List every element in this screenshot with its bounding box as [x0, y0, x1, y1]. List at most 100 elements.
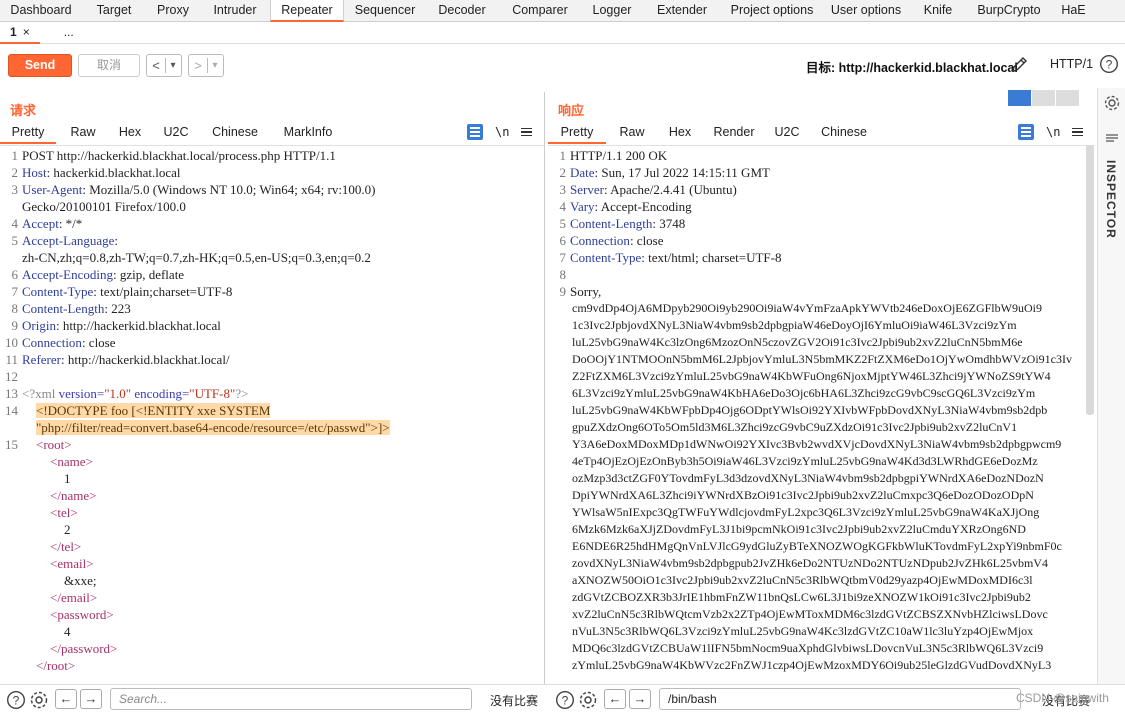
xml-tag: </name>: [50, 488, 97, 503]
forward-dropdown[interactable]: ▾: [208, 60, 222, 71]
tab-extender[interactable]: Extender: [642, 0, 722, 22]
response-line: 8: [548, 266, 570, 283]
help-icon[interactable]: ?: [6, 690, 26, 710]
wrap-icon[interactable]: [1018, 124, 1034, 140]
search-next-button[interactable]: →: [629, 689, 651, 709]
tab-target[interactable]: Target: [82, 0, 146, 22]
response-tab-render[interactable]: Render: [702, 122, 766, 144]
tab-project-options[interactable]: Project options: [722, 0, 822, 22]
tab-dashboard[interactable]: Dashboard: [0, 0, 82, 22]
xml-attr: encoding=: [131, 386, 190, 401]
tab-sequencer[interactable]: Sequencer: [344, 0, 426, 22]
help-icon[interactable]: ?: [555, 690, 575, 710]
xml-tag: <password>: [50, 607, 114, 622]
response-scrollbar[interactable]: [1086, 145, 1094, 415]
line-number: 4: [11, 216, 19, 231]
line-text: : Sun, 17 Jul 2022 14:15:11 GMT: [594, 165, 770, 180]
request-tab-pretty[interactable]: Pretty: [0, 122, 56, 144]
header-name: Connection: [570, 233, 630, 248]
request-line: 12: [0, 368, 22, 385]
cancel-button[interactable]: 取消: [78, 54, 140, 77]
menu-icon[interactable]: [1072, 127, 1084, 137]
newline-toggle[interactable]: \n: [1046, 125, 1060, 139]
request-tools: \n: [467, 122, 533, 142]
xml-tag: <email>: [50, 556, 94, 571]
request-tab-chinese[interactable]: Chinese: [202, 122, 268, 144]
tab-intruder[interactable]: Intruder: [200, 0, 270, 22]
line-number: 12: [5, 369, 18, 384]
line-number: 9: [559, 284, 567, 299]
history-forward-group: > ▾: [188, 54, 224, 77]
back-button[interactable]: <: [147, 58, 165, 73]
xml-line: </password>: [0, 640, 117, 657]
line-number: 15: [5, 437, 18, 452]
newline-toggle[interactable]: \n: [495, 125, 509, 139]
tab-proxy[interactable]: Proxy: [146, 0, 200, 22]
line-text: : Mozilla/5.0 (Windows NT 10.0; Win64; x…: [82, 182, 376, 197]
response-search-input[interactable]: /bin/bash: [659, 688, 1021, 710]
svg-text:?: ?: [13, 694, 20, 708]
doctype-system-id: "php://filter/read=convert.base64-encode…: [36, 420, 390, 435]
search-prev-button[interactable]: ←: [55, 689, 77, 709]
bottom-bar: ? ← → Search... 没有比赛 ? ← → /bin/bash 没有比…: [0, 684, 1125, 714]
tab-knife[interactable]: Knife: [910, 0, 966, 22]
tab-comparer[interactable]: Comparer: [498, 0, 582, 22]
inspector-sidebar[interactable]: INSPECTOR: [1097, 88, 1125, 684]
settings-icon[interactable]: [578, 690, 598, 710]
repeater-tab-1[interactable]: 1 ×: [0, 22, 40, 44]
xml-close: ?>: [235, 386, 249, 401]
layout-tabbed-button[interactable]: [1056, 90, 1080, 106]
line-text: : Accept-Encoding: [594, 199, 692, 214]
request-editor[interactable]: 1 POST http://hackerkid.blackhat.local/pr…: [0, 145, 544, 675]
list-icon[interactable]: [1105, 132, 1119, 144]
response-editor[interactable]: 1 HTTP/1.1 200 OK 2 Date: Sun, 17 Jul 2022 …: [548, 145, 1095, 675]
request-tab-u2c[interactable]: U2C: [150, 122, 202, 144]
response-body-line: 1c3Ivc2JpbjovdXNyL3NiaW4vbm9sb2dpbgpiaW4…: [572, 318, 1017, 332]
request-search-input[interactable]: Search...: [110, 688, 472, 710]
send-button[interactable]: Send: [8, 54, 72, 77]
layout-side-by-side-button[interactable]: [1008, 90, 1032, 106]
menu-icon[interactable]: [521, 127, 533, 137]
wrap-icon[interactable]: [467, 124, 483, 140]
header-name: Accept-Encoding: [22, 267, 113, 282]
response-tab-hex[interactable]: Hex: [658, 122, 702, 144]
response-tab-chinese[interactable]: Chinese: [808, 122, 880, 144]
tab-logger[interactable]: Logger: [582, 0, 642, 22]
tab-user-options[interactable]: User options: [822, 0, 910, 22]
request-tab-raw[interactable]: Raw: [56, 122, 110, 144]
request-panel: 请求 Pretty Raw Hex U2C Chinese MarkInfo \n 1 PO…: [0, 92, 545, 684]
http-version-toggle[interactable]: HTTP/1: [1050, 57, 1093, 71]
help-icon[interactable]: ?: [1099, 54, 1119, 74]
line-text: : http://hackerkid.blackhat.local: [55, 318, 221, 333]
xml-line: 2: [0, 521, 71, 538]
edit-target-icon[interactable]: [1010, 54, 1030, 74]
forward-button[interactable]: >: [189, 58, 207, 73]
response-tab-raw[interactable]: Raw: [606, 122, 658, 144]
line-text: : text/plain;charset=UTF-8: [93, 284, 233, 299]
line-number: 6: [559, 233, 567, 248]
xml-declaration: 13 <?xml version="1.0" encoding="UTF-8"?>: [0, 385, 248, 402]
close-icon[interactable]: ×: [23, 25, 30, 39]
tab-repeater[interactable]: Repeater: [270, 0, 344, 22]
back-dropdown[interactable]: ▾: [166, 60, 180, 71]
tab-burpcrypto[interactable]: BurpCrypto: [966, 0, 1052, 22]
settings-icon[interactable]: [29, 690, 49, 710]
request-line: 6 Accept-Encoding: gzip, deflate: [0, 266, 185, 283]
tab-decoder[interactable]: Decoder: [426, 0, 498, 22]
response-line: 2 Date: Sun, 17 Jul 2022 14:15:11 GMT: [548, 164, 770, 181]
tab-hae[interactable]: HaE: [1052, 0, 1095, 22]
layout-stacked-button[interactable]: [1032, 90, 1056, 106]
header-name: Accept: [22, 216, 59, 231]
request-tab-hex[interactable]: Hex: [110, 122, 150, 144]
search-prev-button[interactable]: ←: [604, 689, 626, 709]
settings-icon[interactable]: [1103, 94, 1121, 112]
request-tab-markinfo[interactable]: MarkInfo: [268, 122, 348, 144]
line-text: : text/html; charset=UTF-8: [641, 250, 782, 265]
response-tab-u2c[interactable]: U2C: [766, 122, 808, 144]
response-tab-pretty[interactable]: Pretty: [548, 122, 606, 144]
search-next-button[interactable]: →: [80, 689, 102, 709]
repeater-tab-new[interactable]: ...: [40, 22, 84, 44]
response-body-line: zYmluL25vbG9naW4KbWVzc2FnZWJ1czp4OjEwMzo…: [572, 658, 1052, 672]
svg-text:?: ?: [1106, 58, 1113, 72]
inspector-label: INSPECTOR: [1104, 160, 1118, 239]
